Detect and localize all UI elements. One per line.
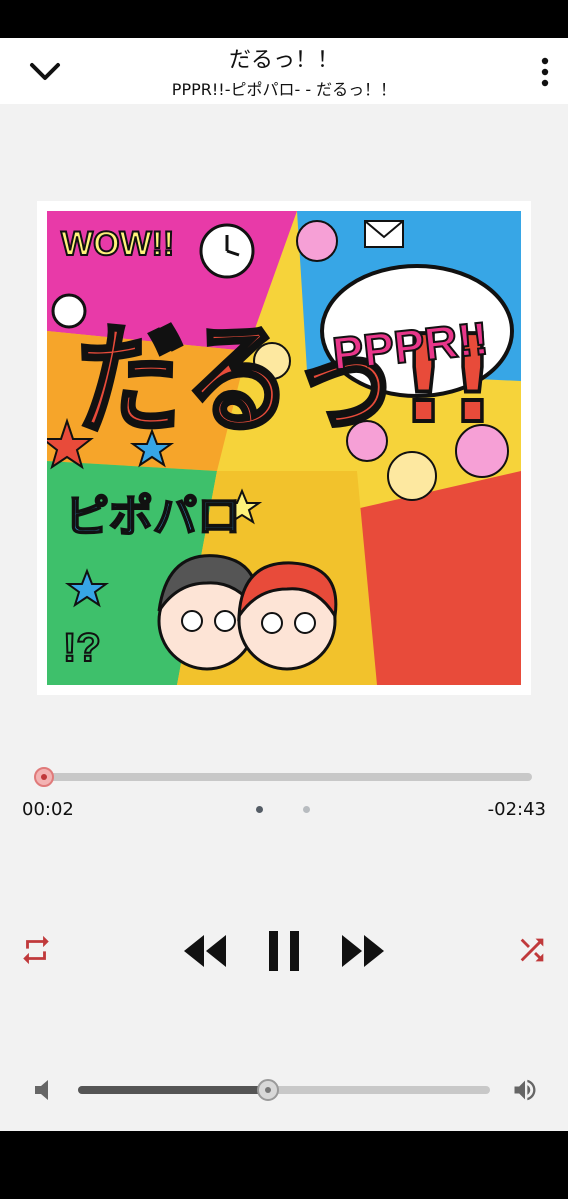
volume-slider-fill	[78, 1086, 268, 1094]
track-title: だるっ！！	[228, 48, 339, 73]
volume-up-button[interactable]	[510, 1074, 540, 1106]
elapsed-time: 00:02	[22, 799, 74, 820]
repeat-icon	[23, 935, 49, 965]
chevron-down-icon	[30, 63, 60, 80]
more-options-button[interactable]	[526, 52, 564, 92]
player-header: だるっ！！ PPPR!!-ピポパロ- - だるっ！！	[0, 38, 568, 104]
shuffle-icon	[520, 938, 544, 962]
track-subtitle: PPPR!!-ピポパロ- - だるっ！！	[171, 80, 397, 99]
volume-low-icon	[35, 1080, 48, 1100]
pause-button[interactable]	[260, 926, 308, 976]
volume-down-button[interactable]	[30, 1076, 58, 1104]
artwork-text-wow: WOW!!	[61, 225, 174, 263]
fast-forward-button[interactable]	[336, 928, 390, 974]
pause-icon	[269, 931, 299, 971]
seek-bar[interactable]	[44, 773, 532, 781]
album-artwork: WOW!! だるっ!! PPPR!! ピポパロ !?	[37, 201, 531, 695]
page-indicator-dot-1[interactable]	[256, 806, 263, 813]
collapse-button[interactable]	[22, 52, 68, 92]
more-vert-icon	[541, 57, 549, 87]
status-bar	[0, 0, 568, 38]
rewind-icon	[184, 935, 226, 967]
rewind-button[interactable]	[178, 928, 232, 974]
volume-high-icon	[514, 1079, 536, 1101]
repeat-button[interactable]	[14, 928, 58, 972]
page-indicator-dot-2[interactable]	[303, 806, 310, 813]
artwork-text-exclaim: !?	[63, 626, 101, 670]
navigation-bar	[0, 1131, 568, 1199]
album-artwork-image: WOW!! だるっ!! PPPR!! ピポパロ !?	[47, 211, 521, 685]
artwork-text-pipoparo: ピポパロ	[65, 491, 241, 542]
shuffle-button[interactable]	[510, 928, 554, 972]
volume-thumb[interactable]	[257, 1079, 279, 1101]
remaining-time: -02:43	[487, 799, 546, 820]
fast-forward-icon	[342, 935, 384, 967]
seek-thumb[interactable]	[34, 767, 54, 787]
